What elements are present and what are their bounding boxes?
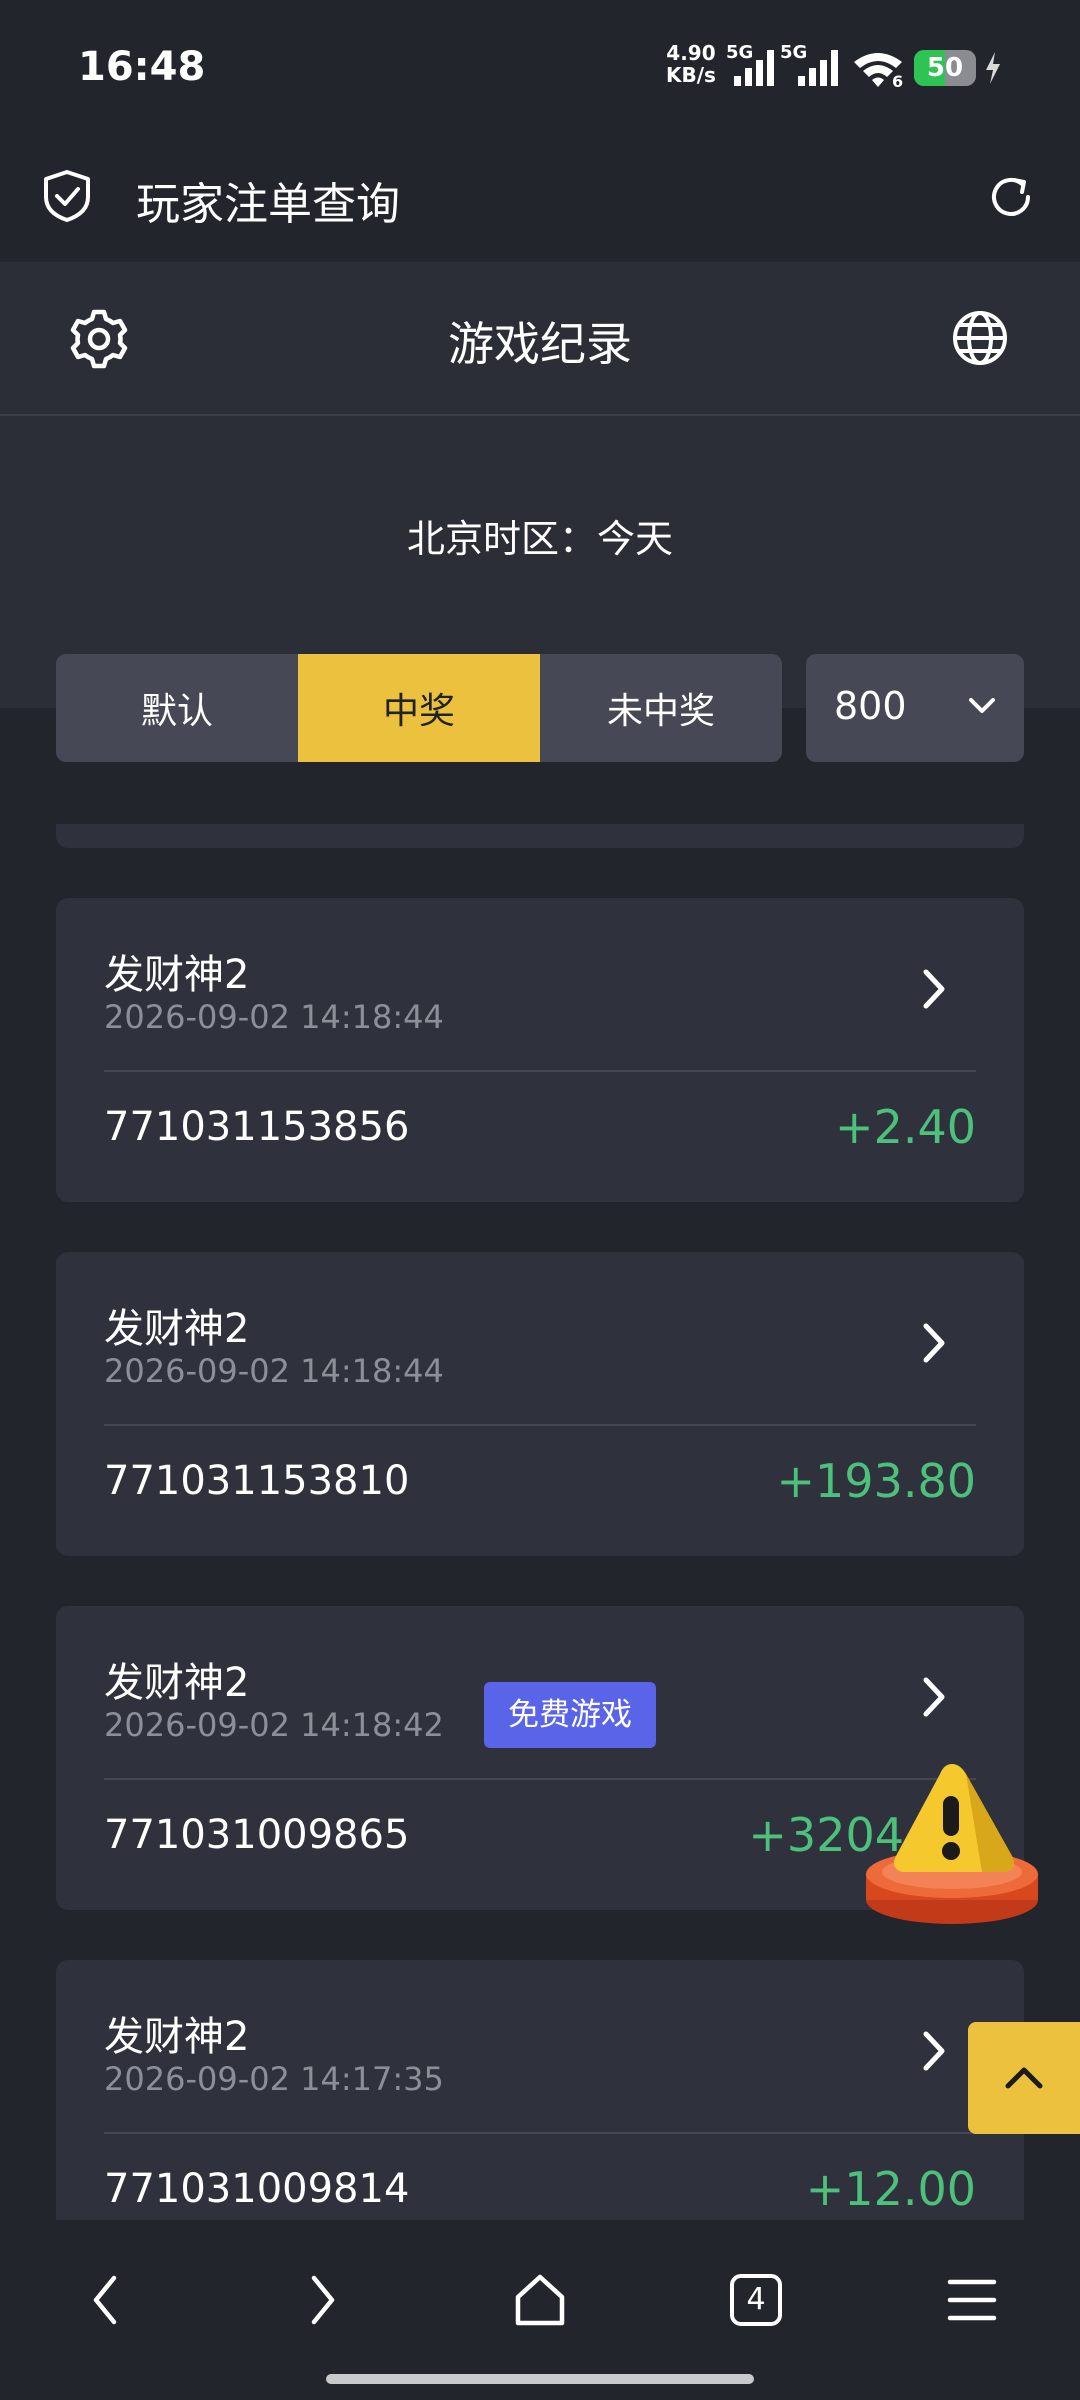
game-name: 发财神2 (104, 1306, 250, 1352)
home-button[interactable] (500, 2260, 580, 2340)
record-card[interactable]: 发财神2 2026-09-02 14:18:44 771031153810 +1… (56, 1252, 1024, 1556)
home-icon (515, 2274, 565, 2326)
battery-percent: 50 (926, 53, 964, 83)
record-amount: +193.80 (776, 1454, 977, 1508)
card-divider (104, 1070, 976, 1072)
forward-icon (311, 2275, 335, 2325)
record-time: 2026-09-02 14:18:42 (104, 1706, 444, 1744)
free-game-badge: 免费游戏 (484, 1682, 656, 1748)
tab-not-won[interactable]: 未中奖 (540, 654, 782, 762)
tab-count: 4 (746, 2282, 766, 2317)
tab-default[interactable]: 默认 (56, 654, 298, 762)
page-size-select[interactable]: 800 (806, 654, 1024, 762)
browser-title-bar: 玩家注单查询 (0, 140, 1080, 262)
app-header: 游戏纪录 (0, 262, 1080, 416)
status-time: 16:48 (78, 44, 206, 90)
status-bar: 16:48 4.90 KB/s 5G 5G 6 50 (0, 0, 1080, 140)
wifi-label: 6 (892, 72, 904, 91)
record-time: 2026-09-02 14:17:35 (104, 2060, 444, 2098)
record-time: 2026-09-02 14:18:44 (104, 998, 444, 1036)
record-amount: +12.00 (805, 2162, 976, 2216)
record-card[interactable]: 发财神2 2026-09-02 14:18:44 771031153856 +2… (56, 898, 1024, 1202)
timezone-label: 北京时区：今天 (406, 517, 673, 561)
chevron-right-icon[interactable] (918, 2026, 950, 2076)
back-icon (93, 2275, 117, 2325)
record-id: 771031009865 (104, 1812, 410, 1858)
network-speed-value: 4.90 (666, 41, 716, 65)
warning-float-button[interactable] (862, 1750, 1042, 1950)
record-time: 2026-09-02 14:18:44 (104, 1352, 444, 1390)
battery-indicator: 50 (914, 50, 976, 86)
menu-button[interactable] (932, 2260, 1012, 2340)
globe-icon[interactable] (950, 308, 1010, 368)
scroll-to-top-button[interactable] (968, 2022, 1080, 2134)
wifi-icon: 6 (852, 50, 904, 91)
warning-icon (866, 1764, 1038, 1924)
record-amount: +2.40 (835, 1100, 976, 1154)
game-name: 发财神2 (104, 2014, 250, 2060)
home-indicator[interactable] (326, 2374, 754, 2384)
browser-bottom-nav: 4 (0, 2220, 1080, 2400)
tab-won[interactable]: 中奖 (298, 654, 540, 762)
header-title: 游戏纪录 (448, 317, 632, 371)
chevron-up-icon (1005, 2067, 1043, 2089)
charging-icon (984, 52, 1002, 84)
card-divider (104, 1424, 976, 1426)
network-speed: 4.90 KB/s (666, 42, 716, 86)
record-id: 771031153810 (104, 1458, 410, 1504)
record-card[interactable]: 发财神2 2026-09-02 14:17:35 771031009814 +1… (56, 1960, 1024, 2220)
chevron-down-icon (966, 694, 998, 718)
shield-check-icon (40, 168, 94, 224)
record-id: 771031009814 (104, 2166, 410, 2212)
menu-icon (947, 2279, 997, 2321)
forward-button[interactable] (282, 2260, 362, 2340)
game-name: 发财神2 (104, 952, 250, 998)
back-button[interactable] (66, 2260, 146, 2340)
chevron-right-icon[interactable] (918, 964, 950, 1014)
card-divider (104, 2132, 976, 2134)
record-id: 771031153856 (104, 1104, 410, 1150)
network-speed-unit: KB/s (666, 63, 716, 87)
card-divider (104, 1778, 976, 1780)
records-list[interactable]: 发财神2 2026-09-02 14:18:44 771031153856 +2… (0, 800, 1080, 2220)
partial-record-card (56, 824, 1024, 848)
chevron-right-icon[interactable] (918, 1672, 950, 1722)
game-name: 发财神2 (104, 1660, 250, 1706)
result-filter-tabs: 默认 中奖 未中奖 (56, 654, 782, 762)
tabs-button[interactable]: 4 (716, 2260, 796, 2340)
page-size-value: 800 (834, 684, 907, 728)
chevron-right-icon[interactable] (918, 1318, 950, 1368)
refresh-icon[interactable] (984, 170, 1038, 224)
page-title: 玩家注单查询 (136, 179, 400, 230)
